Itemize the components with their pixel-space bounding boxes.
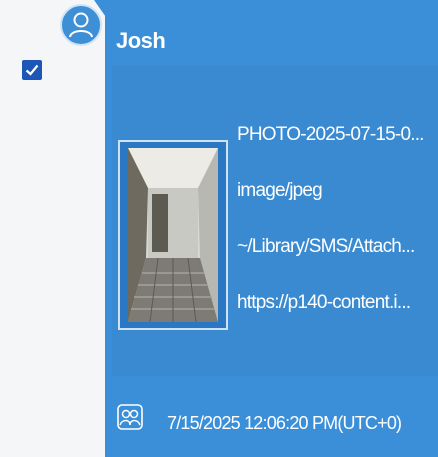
sender-avatar[interactable] bbox=[60, 4, 102, 46]
attachment-url[interactable]: https://p140-content.i... bbox=[237, 292, 435, 314]
attachment-path: ~/Library/SMS/Attach... bbox=[237, 236, 415, 257]
user-avatar-icon bbox=[69, 12, 93, 38]
sender-name: Josh bbox=[116, 28, 166, 53]
attachment-mime-type: image/jpeg bbox=[237, 180, 323, 201]
contacts-icon-glyph bbox=[117, 404, 143, 430]
image-thumbnail bbox=[128, 148, 218, 322]
message-view: Josh PHOTO-2025-07-15-0... image/jpeg ~/… bbox=[0, 0, 438, 457]
select-checkbox[interactable] bbox=[22, 60, 42, 80]
contacts-icon[interactable] bbox=[116, 403, 144, 431]
selection-column bbox=[0, 0, 108, 457]
message-timestamp: 7/15/2025 12:06:20 PM(UTC+0) bbox=[167, 413, 402, 433]
attachment-thumbnail[interactable] bbox=[118, 140, 228, 330]
checkmark-icon bbox=[25, 64, 39, 76]
attachment-filename: PHOTO-2025-07-15-0... bbox=[237, 124, 424, 145]
